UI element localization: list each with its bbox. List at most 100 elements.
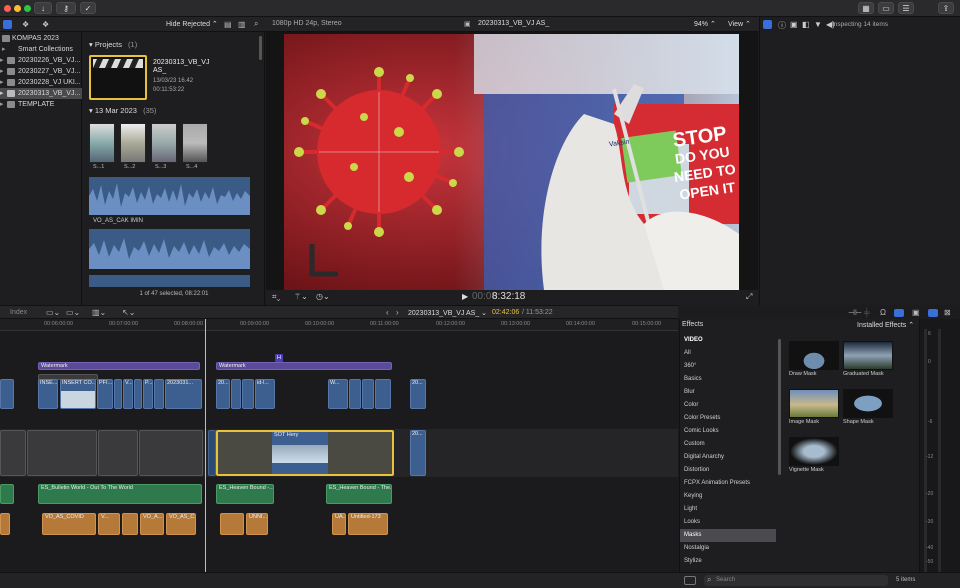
clip-thumbnail[interactable] xyxy=(120,123,146,163)
connected-clip[interactable] xyxy=(242,379,254,409)
audio-skimming-icon[interactable]: ⊣⊢ xyxy=(848,308,862,317)
music-clip[interactable]: ES_Bulletin World - Out To The World xyxy=(38,484,202,504)
event-item[interactable]: ▸ 20230228_VJ UKI... xyxy=(0,77,82,88)
disclosure-icon[interactable]: ▸ xyxy=(0,77,4,88)
connected-clip[interactable]: 2023031... xyxy=(165,379,202,409)
effects-category[interactable]: All xyxy=(680,347,776,360)
connected-clip[interactable] xyxy=(134,379,142,409)
browser-scrollbar[interactable] xyxy=(259,36,262,60)
sidebar-toggle-icon[interactable] xyxy=(684,576,696,585)
connected-clip[interactable]: INSERT CO... xyxy=(60,379,96,409)
color-inspector-icon[interactable]: ◧ xyxy=(802,20,810,29)
effects-category[interactable]: Keying xyxy=(680,490,776,503)
zoom-window-button[interactable] xyxy=(24,5,31,12)
image-mask-thumbnail[interactable] xyxy=(789,389,839,418)
effects-category[interactable]: 360° xyxy=(680,360,776,373)
share-button[interactable]: ⇪ xyxy=(938,2,954,14)
effects-category[interactable]: Distortion xyxy=(680,464,776,477)
connected-clip[interactable] xyxy=(231,379,241,409)
effects-category[interactable]: Comic Looks xyxy=(680,425,776,438)
clip-thumbnail[interactable] xyxy=(151,123,177,163)
voiceover-clip[interactable]: VO_AS_COVID xyxy=(42,513,96,535)
clip-appearance-icon[interactable]: ▭⌄ xyxy=(46,308,60,317)
event-item-selected[interactable]: ▸ 20230313_VB_VJ... xyxy=(0,88,82,99)
voiceover-clip[interactable]: UA... xyxy=(332,513,346,535)
graduated-mask-thumbnail[interactable] xyxy=(843,341,893,370)
storyline-clip[interactable] xyxy=(27,430,97,476)
minimize-window-button[interactable] xyxy=(14,5,21,12)
date-header[interactable]: ▾ 13 Mar 2023 (35) xyxy=(89,106,156,115)
shape-mask-thumbnail[interactable] xyxy=(843,389,893,418)
filmstrip-icon[interactable]: ▥ xyxy=(238,20,246,29)
connected-clip[interactable]: W... xyxy=(328,379,348,409)
info-icon[interactable]: ⓘ xyxy=(778,20,786,31)
effects-category[interactable]: Digital Anarchy xyxy=(680,451,776,464)
connected-clip[interactable] xyxy=(0,379,14,409)
clip-view-icon[interactable]: ▣ xyxy=(912,308,920,317)
music-clip[interactable]: ES_Heaven Bound -... xyxy=(216,484,274,504)
inspector-toggle-icon[interactable] xyxy=(763,20,772,29)
layout-timeline-button[interactable]: ▭ xyxy=(878,2,894,14)
close-window-button[interactable] xyxy=(4,5,11,12)
voiceover-clip[interactable] xyxy=(220,513,244,535)
voiceover-clip[interactable]: V... xyxy=(98,513,120,535)
libraries-toggle-icon[interactable] xyxy=(3,20,12,29)
smart-collections-item[interactable]: ▸ Smart Collections xyxy=(0,44,82,55)
sot-clip[interactable]: SOT Hery xyxy=(272,432,328,474)
connected-clip[interactable] xyxy=(154,379,164,409)
draw-mask-thumbnail[interactable] xyxy=(789,341,839,370)
crop-icon[interactable]: ⌗⌄ xyxy=(272,292,280,302)
audio-clip-waveform[interactable] xyxy=(89,275,250,287)
effects-category[interactable]: Basics xyxy=(680,373,776,386)
clip-appearance-icon[interactable]: ▤ xyxy=(224,20,232,29)
effects-category[interactable]: Color Presets xyxy=(680,412,776,425)
disclosure-icon[interactable]: ▸ xyxy=(0,66,4,77)
storyline-clip[interactable] xyxy=(98,430,138,476)
index-button[interactable]: Index xyxy=(10,309,27,316)
project-thumbnail[interactable] xyxy=(89,55,147,100)
installed-effects-dropdown[interactable]: Installed Effects ⌃ xyxy=(857,321,914,329)
disclosure-icon[interactable]: ▸ xyxy=(0,55,4,66)
timeline-ruler[interactable]: 00:06:00:00 00:07:00:00 00:08:00:00 00:0… xyxy=(0,319,678,331)
audio-clip-waveform[interactable] xyxy=(89,229,250,269)
voiceover-clip[interactable]: Untitled-173 xyxy=(348,513,388,535)
magic-wand-icon[interactable]: ⚚⌄ xyxy=(294,292,308,301)
view-dropdown[interactable]: View ⌃ xyxy=(728,20,751,28)
selected-storyline-clip[interactable]: SOT Hery xyxy=(216,430,394,476)
titles-icon[interactable]: ❖ xyxy=(42,20,51,29)
layout-browser-button[interactable]: ▦ xyxy=(858,2,874,14)
voiceover-clip[interactable] xyxy=(0,513,10,535)
effects-category-video[interactable]: VIDEO xyxy=(680,334,776,347)
watermark-title-clip[interactable]: Watermark xyxy=(38,362,200,370)
speed-icon[interactable]: ◷⌄ xyxy=(316,292,330,301)
effects-category[interactable]: Looks xyxy=(680,516,776,529)
connected-clip[interactable] xyxy=(114,379,122,409)
event-item[interactable]: ▸ 20230226_VB_VJ... xyxy=(0,55,82,66)
voiceover-clip[interactable] xyxy=(122,513,138,535)
voiceover-clip[interactable]: UNNI... xyxy=(246,513,268,535)
viewer-frame[interactable]: STOP DO YOU NEED TO OPEN IT Vaksin xyxy=(284,34,739,290)
filter-icon[interactable]: ▼ xyxy=(814,20,822,29)
storyline-clip[interactable] xyxy=(139,430,203,476)
storyline-clip[interactable] xyxy=(0,430,26,476)
connected-clip[interactable]: 20... xyxy=(410,379,426,409)
disclosure-icon[interactable]: ▸ xyxy=(2,44,6,55)
clip-thumbnail[interactable] xyxy=(182,123,208,163)
timeline[interactable]: H Watermark Watermark INSE... INSERT CO.… xyxy=(0,319,678,584)
fullscreen-icon[interactable]: ⤢ xyxy=(746,292,752,302)
connected-clip[interactable]: PFI... xyxy=(97,379,113,409)
effects-search-field[interactable]: ⌕ Search xyxy=(704,575,888,586)
effects-category[interactable]: Color xyxy=(680,399,776,412)
timeline-project-dropdown[interactable]: 20230313_VB_VJ AS_ ⌄ xyxy=(408,309,487,317)
clip-thumbnail[interactable] xyxy=(89,123,115,163)
photos-icon[interactable]: ❖ xyxy=(22,20,31,29)
audio-clip-waveform[interactable] xyxy=(89,177,250,215)
music-clip[interactable] xyxy=(0,484,14,504)
back-icon[interactable]: ‹ xyxy=(386,308,389,317)
storyline-clip[interactable]: 20... xyxy=(410,430,426,476)
library-item[interactable]: KOMPAS 2023 xyxy=(0,33,82,44)
skimming-icon[interactable]: ╪ xyxy=(864,308,870,317)
snapping-icon[interactable] xyxy=(894,309,904,317)
playhead[interactable] xyxy=(205,319,206,583)
import-button[interactable]: ↓ xyxy=(34,2,52,14)
